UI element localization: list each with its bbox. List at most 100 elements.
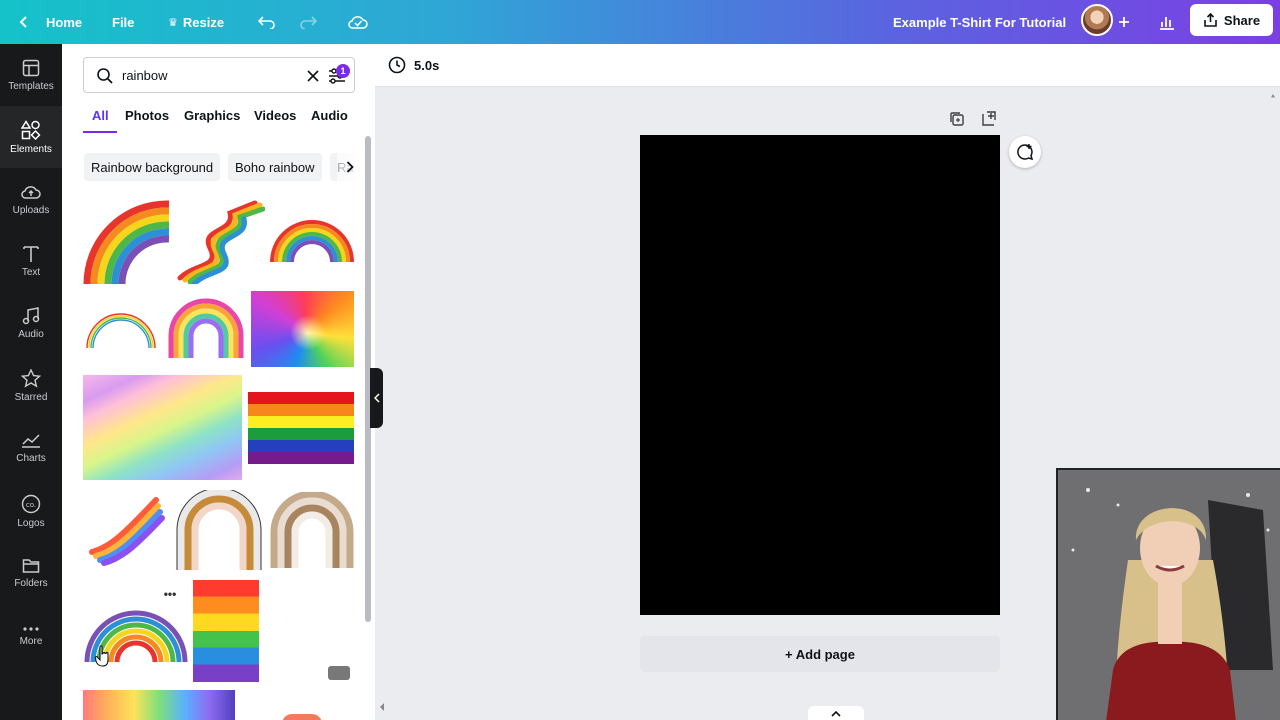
brushstroke-rainbow-graphic[interactable] bbox=[86, 492, 166, 566]
rail-item-text[interactable]: Text bbox=[0, 230, 62, 292]
rail-item-more[interactable]: More bbox=[0, 605, 62, 667]
home-button[interactable]: Home bbox=[18, 0, 82, 44]
boho-rainbow-icon bbox=[176, 490, 262, 570]
rail-item-uploads[interactable]: Uploads bbox=[0, 168, 62, 230]
chips-scroll-right-button[interactable] bbox=[337, 153, 363, 181]
undo-icon bbox=[258, 16, 275, 29]
rail-item-charts[interactable]: Charts bbox=[0, 417, 62, 479]
share-label: Share bbox=[1223, 12, 1261, 28]
templates-icon bbox=[22, 59, 40, 76]
rainbow-arc-icon bbox=[83, 200, 170, 284]
elements-icon bbox=[21, 119, 41, 140]
folder-icon bbox=[22, 558, 40, 573]
duplicate-page-icon[interactable] bbox=[948, 110, 966, 128]
share-icon bbox=[1204, 12, 1217, 27]
rainbow-graphic[interactable] bbox=[269, 220, 355, 264]
left-rail: Templates Elements Uploads Text Audio St… bbox=[0, 44, 62, 720]
search-icon bbox=[97, 68, 113, 84]
logos-icon: co. bbox=[21, 494, 41, 513]
watercolor-rainbow-photo[interactable] bbox=[83, 375, 242, 480]
page-duration[interactable]: 5.0s bbox=[414, 58, 439, 73]
resize-button[interactable]: ♛ Resize bbox=[168, 0, 224, 44]
rail-item-elements[interactable]: Elements bbox=[0, 106, 62, 168]
add-page-button[interactable]: + Add page bbox=[640, 636, 1000, 672]
file-label: File bbox=[112, 14, 135, 30]
tab-videos[interactable]: Videos bbox=[254, 108, 296, 123]
redo-button[interactable] bbox=[299, 0, 317, 44]
suggestion-chip[interactable]: Rainbow background bbox=[84, 153, 221, 181]
insights-button[interactable] bbox=[1158, 0, 1176, 44]
show-pages-button[interactable] bbox=[808, 706, 864, 720]
wavy-rainbow-icon bbox=[177, 200, 265, 284]
search-box[interactable]: rainbow bbox=[83, 57, 355, 93]
boho-rainbow-graphic[interactable] bbox=[269, 492, 355, 568]
comment-plus-icon bbox=[1017, 144, 1034, 161]
tab-graphics[interactable]: Graphics bbox=[184, 108, 240, 123]
rail-item-folders[interactable]: Folders bbox=[0, 542, 62, 604]
rail-label-more: More bbox=[19, 635, 43, 647]
elements-panel: rainbow 1 All Photos Graphics Videos Aud… bbox=[62, 44, 375, 720]
add-comment-button[interactable] bbox=[1009, 136, 1041, 168]
clock-icon[interactable] bbox=[388, 56, 406, 74]
clear-search-icon[interactable] bbox=[307, 70, 319, 82]
cloud-check-icon bbox=[348, 16, 368, 29]
rail-item-templates[interactable]: Templates bbox=[0, 44, 62, 106]
rail-label-elements: Elements bbox=[10, 143, 52, 155]
thin-rainbow-graphic[interactable] bbox=[84, 308, 158, 350]
share-button[interactable]: Share bbox=[1190, 4, 1273, 36]
rainbow-gradient-photo[interactable] bbox=[251, 291, 354, 367]
uploads-icon bbox=[21, 185, 41, 199]
thin-rainbow-icon bbox=[86, 313, 156, 349]
more-icon bbox=[23, 626, 39, 631]
document-title[interactable]: Example T-Shirt For Tutorial bbox=[893, 0, 1066, 44]
bar-chart-icon bbox=[1160, 17, 1174, 30]
add-page-icon[interactable] bbox=[980, 110, 998, 128]
cloud-save-button[interactable] bbox=[348, 0, 368, 44]
rail-label-charts: Charts bbox=[16, 452, 46, 464]
premium-crown-badge bbox=[328, 666, 350, 680]
chevron-left-icon bbox=[373, 393, 380, 403]
timing-bar: 5.0s bbox=[375, 44, 1280, 87]
rail-label-templates: Templates bbox=[8, 80, 54, 92]
scroll-up-icon[interactable] bbox=[1271, 92, 1275, 100]
rail-item-starred[interactable]: Starred bbox=[0, 355, 62, 417]
rail-label-audio: Audio bbox=[18, 328, 44, 340]
rail-label-text: Text bbox=[21, 266, 41, 278]
chevron-up-icon bbox=[831, 710, 841, 717]
svg-text:co.: co. bbox=[26, 501, 36, 509]
top-toolbar: Home File ♛ Resize Example T-Shirt For T… bbox=[0, 0, 1280, 44]
rail-item-logos[interactable]: co. Logos bbox=[0, 480, 62, 542]
avatar[interactable] bbox=[1081, 4, 1113, 36]
rainbow-graphic[interactable] bbox=[83, 198, 171, 284]
home-label: Home bbox=[46, 14, 83, 30]
rail-item-audio[interactable]: Audio bbox=[0, 292, 62, 354]
tab-all[interactable]: All bbox=[92, 108, 109, 123]
design-page[interactable] bbox=[640, 135, 1000, 615]
rail-label-folders: Folders bbox=[14, 577, 48, 589]
presenter-video-image bbox=[1058, 470, 1280, 720]
rainbow-graphic[interactable] bbox=[167, 298, 245, 358]
search-input[interactable]: rainbow bbox=[122, 68, 168, 83]
rainbow-graphic[interactable] bbox=[282, 714, 322, 720]
filter-count-badge: 1 bbox=[336, 64, 350, 78]
file-menu-button[interactable]: File bbox=[112, 0, 134, 44]
invite-button[interactable] bbox=[1118, 0, 1130, 44]
tab-photos[interactable]: Photos bbox=[125, 108, 169, 123]
rainbow-gradient-photo[interactable] bbox=[83, 690, 235, 720]
scroll-left-icon[interactable] bbox=[378, 702, 386, 712]
hand-cursor-icon bbox=[95, 645, 109, 667]
collapse-panel-button[interactable] bbox=[370, 368, 383, 428]
suggestion-chip[interactable]: Boho rainbow bbox=[228, 153, 322, 181]
more-options-button[interactable]: ••• bbox=[158, 583, 182, 605]
undo-button[interactable] bbox=[258, 0, 276, 44]
text-icon bbox=[23, 245, 39, 262]
webcam-overlay bbox=[1056, 468, 1280, 720]
pride-flag-graphic[interactable] bbox=[248, 392, 354, 464]
resize-label: Resize bbox=[182, 14, 225, 30]
boho-rainbow-graphic[interactable] bbox=[175, 490, 263, 570]
tab-audio[interactable]: Audio bbox=[311, 108, 348, 123]
chevron-left-icon bbox=[19, 16, 27, 28]
plus-icon bbox=[1119, 17, 1129, 27]
wavy-rainbow-graphic[interactable] bbox=[175, 198, 265, 284]
rail-label-uploads: Uploads bbox=[12, 204, 50, 216]
